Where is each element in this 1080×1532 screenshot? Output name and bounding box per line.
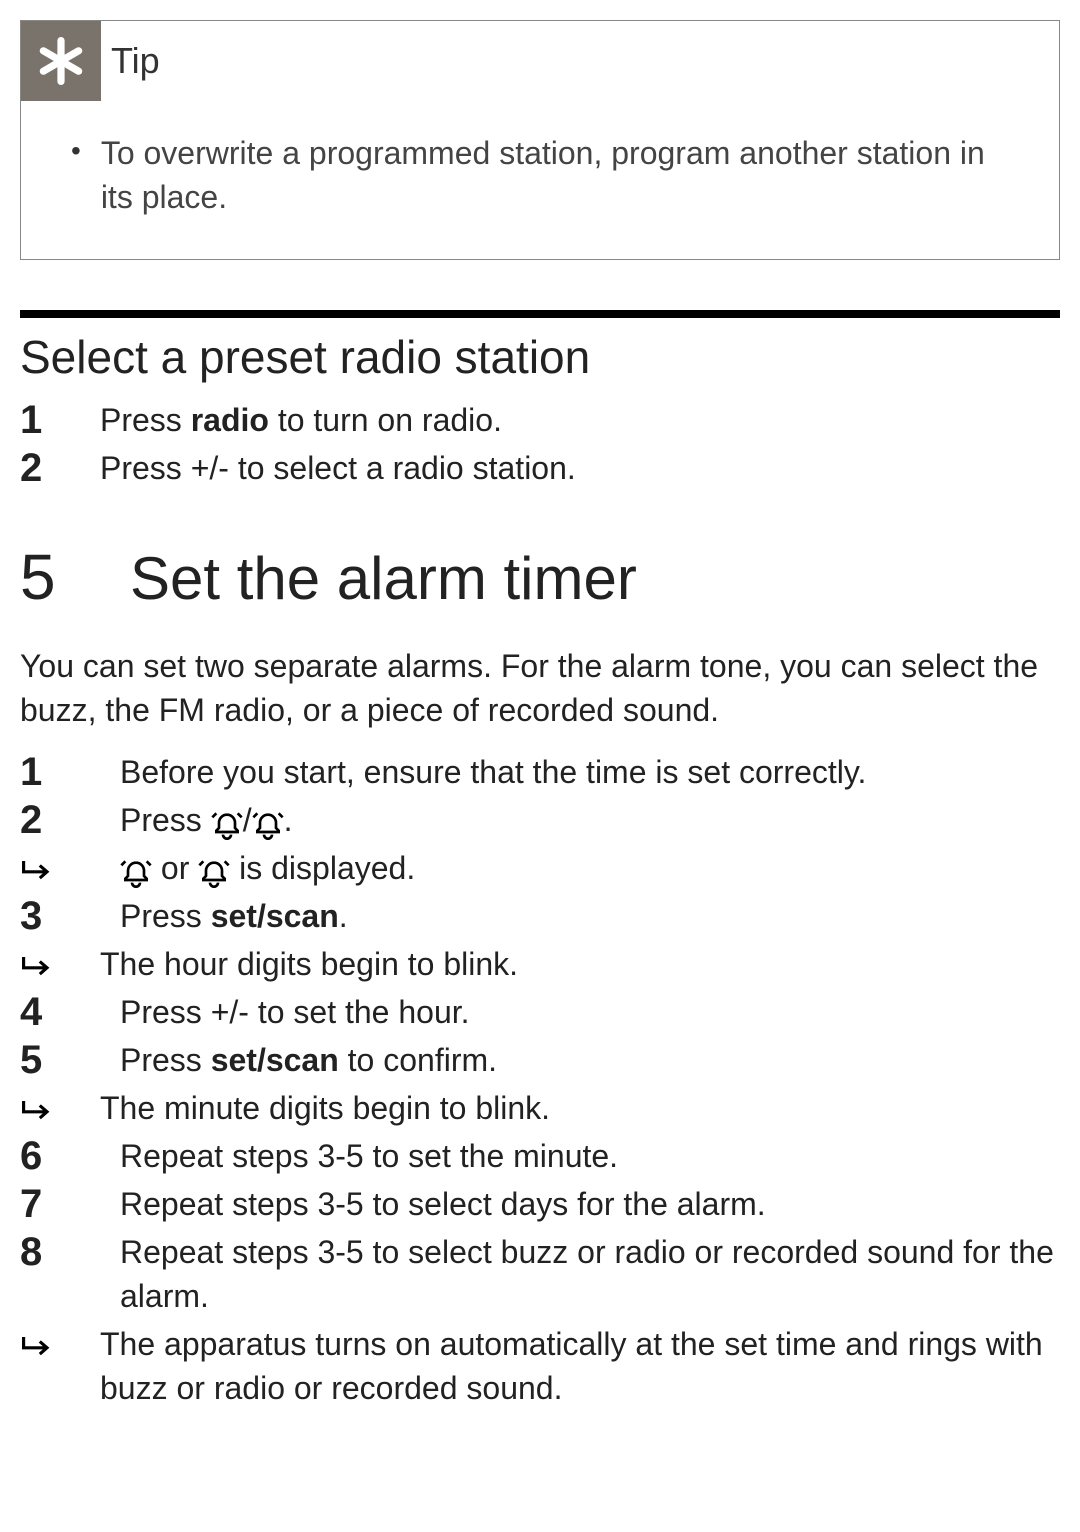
substep: The hour digits begin to blink. <box>20 942 1060 986</box>
step-number: 1 <box>20 750 100 794</box>
tip-box: Tip • To overwrite a programmed station,… <box>20 20 1060 260</box>
step-content: Press /. <box>100 798 1060 842</box>
step-number: 7 <box>20 1182 100 1226</box>
step-content: Repeat steps 3-5 to select buzz or radio… <box>100 1230 1060 1318</box>
step-text-pre: Press <box>100 402 191 438</box>
step-2: 2 Press +/- to select a radio station. <box>20 446 1060 490</box>
alarm-bell-icon <box>211 807 243 839</box>
step-text-mid: / <box>243 802 252 838</box>
substep-text-mid: or <box>152 850 198 886</box>
substep: The apparatus turns on automatically at … <box>20 1322 1060 1410</box>
step-text-pre: Press <box>120 1042 211 1078</box>
tip-text: To overwrite a programmed station, progr… <box>101 131 1019 219</box>
step: 3 Press set/scan. <box>20 894 1060 938</box>
step-text-post: to confirm. <box>339 1042 497 1078</box>
step: 5 Press set/scan to confirm. <box>20 1038 1060 1082</box>
tip-header: Tip <box>21 21 1059 101</box>
chapter-heading: 5 Set the alarm timer <box>20 540 1060 614</box>
result-arrow-icon <box>20 846 100 884</box>
bullet-icon: • <box>71 131 81 171</box>
step-number: 2 <box>20 798 100 842</box>
step-number: 2 <box>20 446 100 490</box>
chapter-title: Set the alarm timer <box>130 544 637 613</box>
alarm-bell-icon <box>120 855 152 887</box>
tip-bullet: • To overwrite a programmed station, pro… <box>71 131 1019 219</box>
substep-text-post: is displayed. <box>230 850 415 886</box>
substep: The minute digits begin to blink. <box>20 1086 1060 1130</box>
asterisk-icon <box>21 21 101 101</box>
alarm-bell-icon <box>252 807 284 839</box>
tip-title: Tip <box>111 40 160 82</box>
result-arrow-icon <box>20 942 100 980</box>
step-text-pre: Press <box>120 802 211 838</box>
step-1: 1 Press radio to turn on radio. <box>20 398 1060 442</box>
result-arrow-icon <box>20 1086 100 1124</box>
alarm-steps: 1 Before you start, ensure that the time… <box>20 750 1060 1410</box>
bold-text: radio <box>191 402 269 438</box>
step: 4 Press +/- to set the hour. <box>20 990 1060 1034</box>
chapter-number: 5 <box>20 540 130 614</box>
step-content: Press +/- to set the hour. <box>100 990 1060 1034</box>
step-number: 8 <box>20 1230 100 1274</box>
tip-content: • To overwrite a programmed station, pro… <box>21 101 1059 259</box>
alarm-bell-icon <box>198 855 230 887</box>
section-divider <box>20 310 1060 318</box>
section-heading-preset: Select a preset radio station <box>20 330 1060 384</box>
step-content: Repeat steps 3-5 to select days for the … <box>100 1182 1060 1226</box>
substep-content: The minute digits begin to blink. <box>100 1086 1060 1130</box>
step: 7 Repeat steps 3-5 to select days for th… <box>20 1182 1060 1226</box>
step-content: Repeat steps 3-5 to set the minute. <box>100 1134 1060 1178</box>
step-content: Press set/scan. <box>100 894 1060 938</box>
step-number: 5 <box>20 1038 100 1082</box>
step: 1 Before you start, ensure that the time… <box>20 750 1060 794</box>
substep-content: or is displayed. <box>100 846 1060 890</box>
bold-text: set/scan <box>211 898 339 934</box>
step: 6 Repeat steps 3-5 to set the minute. <box>20 1134 1060 1178</box>
bold-text: set/scan <box>211 1042 339 1078</box>
step-content: Before you start, ensure that the time i… <box>100 750 1060 794</box>
step-number: 6 <box>20 1134 100 1178</box>
step: 2 Press /. <box>20 798 1060 842</box>
result-arrow-icon <box>20 1322 100 1360</box>
step-content: Press +/- to select a radio station. <box>100 446 1060 490</box>
step-text-pre: Press <box>120 898 211 934</box>
chapter-intro: You can set two separate alarms. For the… <box>20 644 1060 732</box>
step-content: Press radio to turn on radio. <box>100 398 1060 442</box>
step-number: 3 <box>20 894 100 938</box>
step-text-post: . <box>284 802 293 838</box>
step-text-post: to turn on radio. <box>269 402 502 438</box>
substep: or is displayed. <box>20 846 1060 890</box>
substep-content: The hour digits begin to blink. <box>100 942 1060 986</box>
step: 8 Repeat steps 3-5 to select buzz or rad… <box>20 1230 1060 1318</box>
step-number: 1 <box>20 398 100 442</box>
preset-steps: 1 Press radio to turn on radio. 2 Press … <box>20 398 1060 490</box>
step-number: 4 <box>20 990 100 1034</box>
step-content: Press set/scan to confirm. <box>100 1038 1060 1082</box>
step-text-post: . <box>339 898 348 934</box>
substep-content: The apparatus turns on automatically at … <box>100 1322 1060 1410</box>
